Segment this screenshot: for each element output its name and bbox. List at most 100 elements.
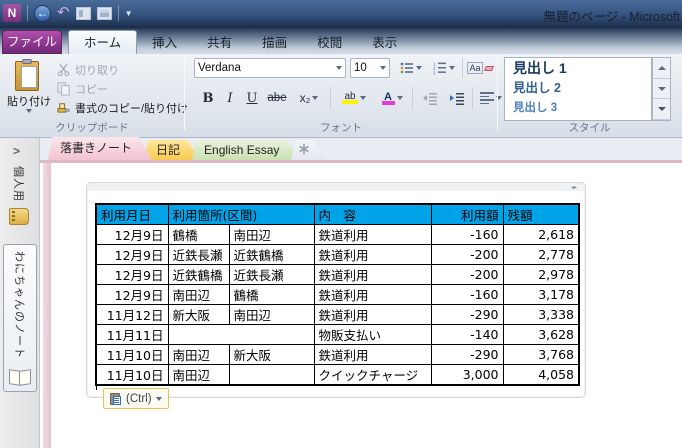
table-cell[interactable]: 4,058 <box>502 364 580 386</box>
resize-handle-icon[interactable]: ◂▸ <box>571 184 577 191</box>
table-cell[interactable]: 鉄道利用 <box>313 304 432 325</box>
table-cell[interactable]: 南田辺 <box>228 224 315 245</box>
table-cell[interactable]: 新大阪 <box>167 304 230 325</box>
styles-scroll-down-button[interactable] <box>653 79 670 100</box>
table-cell[interactable]: 南田辺 <box>228 304 315 325</box>
font-size-dropdown-arrow[interactable] <box>380 66 386 70</box>
table-cell[interactable]: 南田辺 <box>167 344 230 365</box>
table-cell[interactable]: 新大阪 <box>228 344 315 365</box>
tab-draw[interactable]: 描画 <box>247 32 302 54</box>
back-icon[interactable]: ← <box>34 4 51 22</box>
table-cell[interactable]: -160 <box>430 284 504 305</box>
table-cell[interactable]: 3,000 <box>430 364 504 386</box>
increase-indent-button[interactable] <box>445 87 469 109</box>
tab-review[interactable]: 校閲 <box>302 32 357 54</box>
styles-gallery-more-button[interactable] <box>653 99 670 121</box>
paste-options-dropdown-arrow[interactable] <box>155 396 162 401</box>
copy-button[interactable]: コピー <box>56 79 108 98</box>
style-item-3[interactable]: 見出し 3 <box>505 98 651 118</box>
highlight-button[interactable]: ab <box>336 87 372 109</box>
table-cell[interactable]: 物販支払い <box>313 324 432 345</box>
font-name-dropdown-arrow[interactable] <box>336 66 342 70</box>
section-tab-0[interactable]: 落書きノート <box>48 137 152 160</box>
table-cell[interactable]: -290 <box>430 304 504 325</box>
table-cell[interactable]: 11月10日 <box>95 364 169 386</box>
table-cell[interactable]: 3,178 <box>502 284 580 305</box>
decrease-indent-button[interactable] <box>418 87 442 109</box>
table-cell[interactable]: 南田辺 <box>167 364 230 386</box>
font-name-combobox[interactable]: Verdana <box>194 58 346 78</box>
font-color-dropdown-arrow[interactable] <box>396 96 403 100</box>
expand-navigation-icon[interactable]: > <box>13 144 20 158</box>
paragraph-alignment-button[interactable] <box>476 87 506 109</box>
strikethrough-button[interactable]: abe <box>264 87 290 109</box>
table-cell[interactable]: 近鉄長瀬 <box>167 244 230 265</box>
table-cell[interactable] <box>167 324 315 345</box>
paste-dropdown-arrow[interactable] <box>26 109 32 113</box>
new-section-tab[interactable] <box>291 140 325 160</box>
table-cell[interactable]: 鉄道利用 <box>313 284 432 305</box>
notebook-item-wani-selected[interactable]: わにちゃんのノート <box>3 244 37 392</box>
onenote-app-icon[interactable]: N <box>3 4 21 22</box>
table-cell[interactable]: 12月9日 <box>95 284 169 305</box>
underline-button[interactable]: U <box>242 87 262 109</box>
table-cell[interactable]: 3,768 <box>502 344 580 365</box>
table-cell[interactable]: 鉄道利用 <box>313 264 432 285</box>
table-cell[interactable]: -290 <box>430 344 504 365</box>
style-item-1[interactable]: 見出し 1 <box>505 58 651 78</box>
table-cell[interactable]: 近鉄鶴橋 <box>228 244 315 265</box>
table-cell[interactable]: 12月9日 <box>95 244 169 265</box>
table-cell[interactable]: 2,618 <box>502 224 580 245</box>
table-cell[interactable]: 近鉄鶴橋 <box>167 264 230 285</box>
clear-formatting-button[interactable]: Aa <box>466 58 494 78</box>
font-color-button[interactable]: A <box>376 87 408 109</box>
highlight-dropdown-arrow[interactable] <box>360 96 366 100</box>
table-cell[interactable]: 11月11日 <box>95 324 169 345</box>
table-cell[interactable]: 鶴橋 <box>167 224 230 245</box>
section-tab-2[interactable]: English Essay <box>192 140 299 160</box>
section-tab-1[interactable]: 日記 <box>144 140 200 160</box>
table-cell[interactable]: 12月9日 <box>95 224 169 245</box>
undo-icon[interactable]: ↶ <box>57 5 70 21</box>
full-page-view-icon[interactable] <box>96 6 112 20</box>
table-cell[interactable]: 近鉄長瀬 <box>228 264 315 285</box>
table-cell[interactable]: 2,978 <box>502 264 580 285</box>
cut-button[interactable]: 切り取り <box>56 60 119 79</box>
format-painter-button[interactable]: 書式のコピー/貼り付け <box>56 98 188 117</box>
table-cell[interactable]: -200 <box>430 244 504 265</box>
style-item-2[interactable]: 見出し 2 <box>505 78 651 98</box>
table-cell[interactable]: 鶴橋 <box>228 284 315 305</box>
italic-button[interactable]: I <box>221 87 239 109</box>
table-cell[interactable]: -200 <box>430 264 504 285</box>
dock-to-desktop-icon[interactable] <box>75 6 91 20</box>
table-cell[interactable]: 鉄道利用 <box>313 224 432 245</box>
subscript-dropdown-arrow[interactable] <box>312 96 319 100</box>
tab-home[interactable]: ホーム <box>68 30 138 54</box>
bullets-dropdown-arrow[interactable] <box>416 66 422 70</box>
table-cell[interactable]: 2,778 <box>502 244 580 265</box>
file-tab[interactable]: ファイル <box>2 30 62 54</box>
table-cell[interactable]: クイックチャージ <box>313 364 432 386</box>
table-cell[interactable]: 南田辺 <box>167 284 230 305</box>
table-cell[interactable]: 12月9日 <box>95 264 169 285</box>
paste-button[interactable]: 貼り付け <box>6 57 52 123</box>
tab-share[interactable]: 共有 <box>192 32 247 54</box>
tab-insert[interactable]: 挿入 <box>137 32 192 54</box>
bold-button[interactable]: B <box>198 87 218 109</box>
numbering-dropdown-arrow[interactable] <box>449 66 455 70</box>
styles-scroll-up-button[interactable] <box>653 58 670 79</box>
table-cell[interactable]: 鉄道利用 <box>313 244 432 265</box>
table-cell[interactable]: 11月10日 <box>95 344 169 365</box>
tab-view[interactable]: 表示 <box>357 32 412 54</box>
notebook-item-personal[interactable]: 個人用 <box>9 166 29 225</box>
numbering-button[interactable]: 1 2 3 <box>428 58 460 78</box>
font-size-combobox[interactable]: 10 <box>350 58 390 78</box>
paste-options-button[interactable]: (Ctrl) <box>103 388 169 409</box>
bullets-button[interactable] <box>396 58 426 78</box>
table-cell[interactable]: 11月12日 <box>95 304 169 325</box>
table-cell[interactable]: -140 <box>430 324 504 345</box>
table-cell[interactable]: 3,628 <box>502 324 580 345</box>
table-cell[interactable] <box>228 364 315 386</box>
note-container-move-handle[interactable]: ◂▸ <box>87 183 585 191</box>
table-cell[interactable]: 鉄道利用 <box>313 344 432 365</box>
